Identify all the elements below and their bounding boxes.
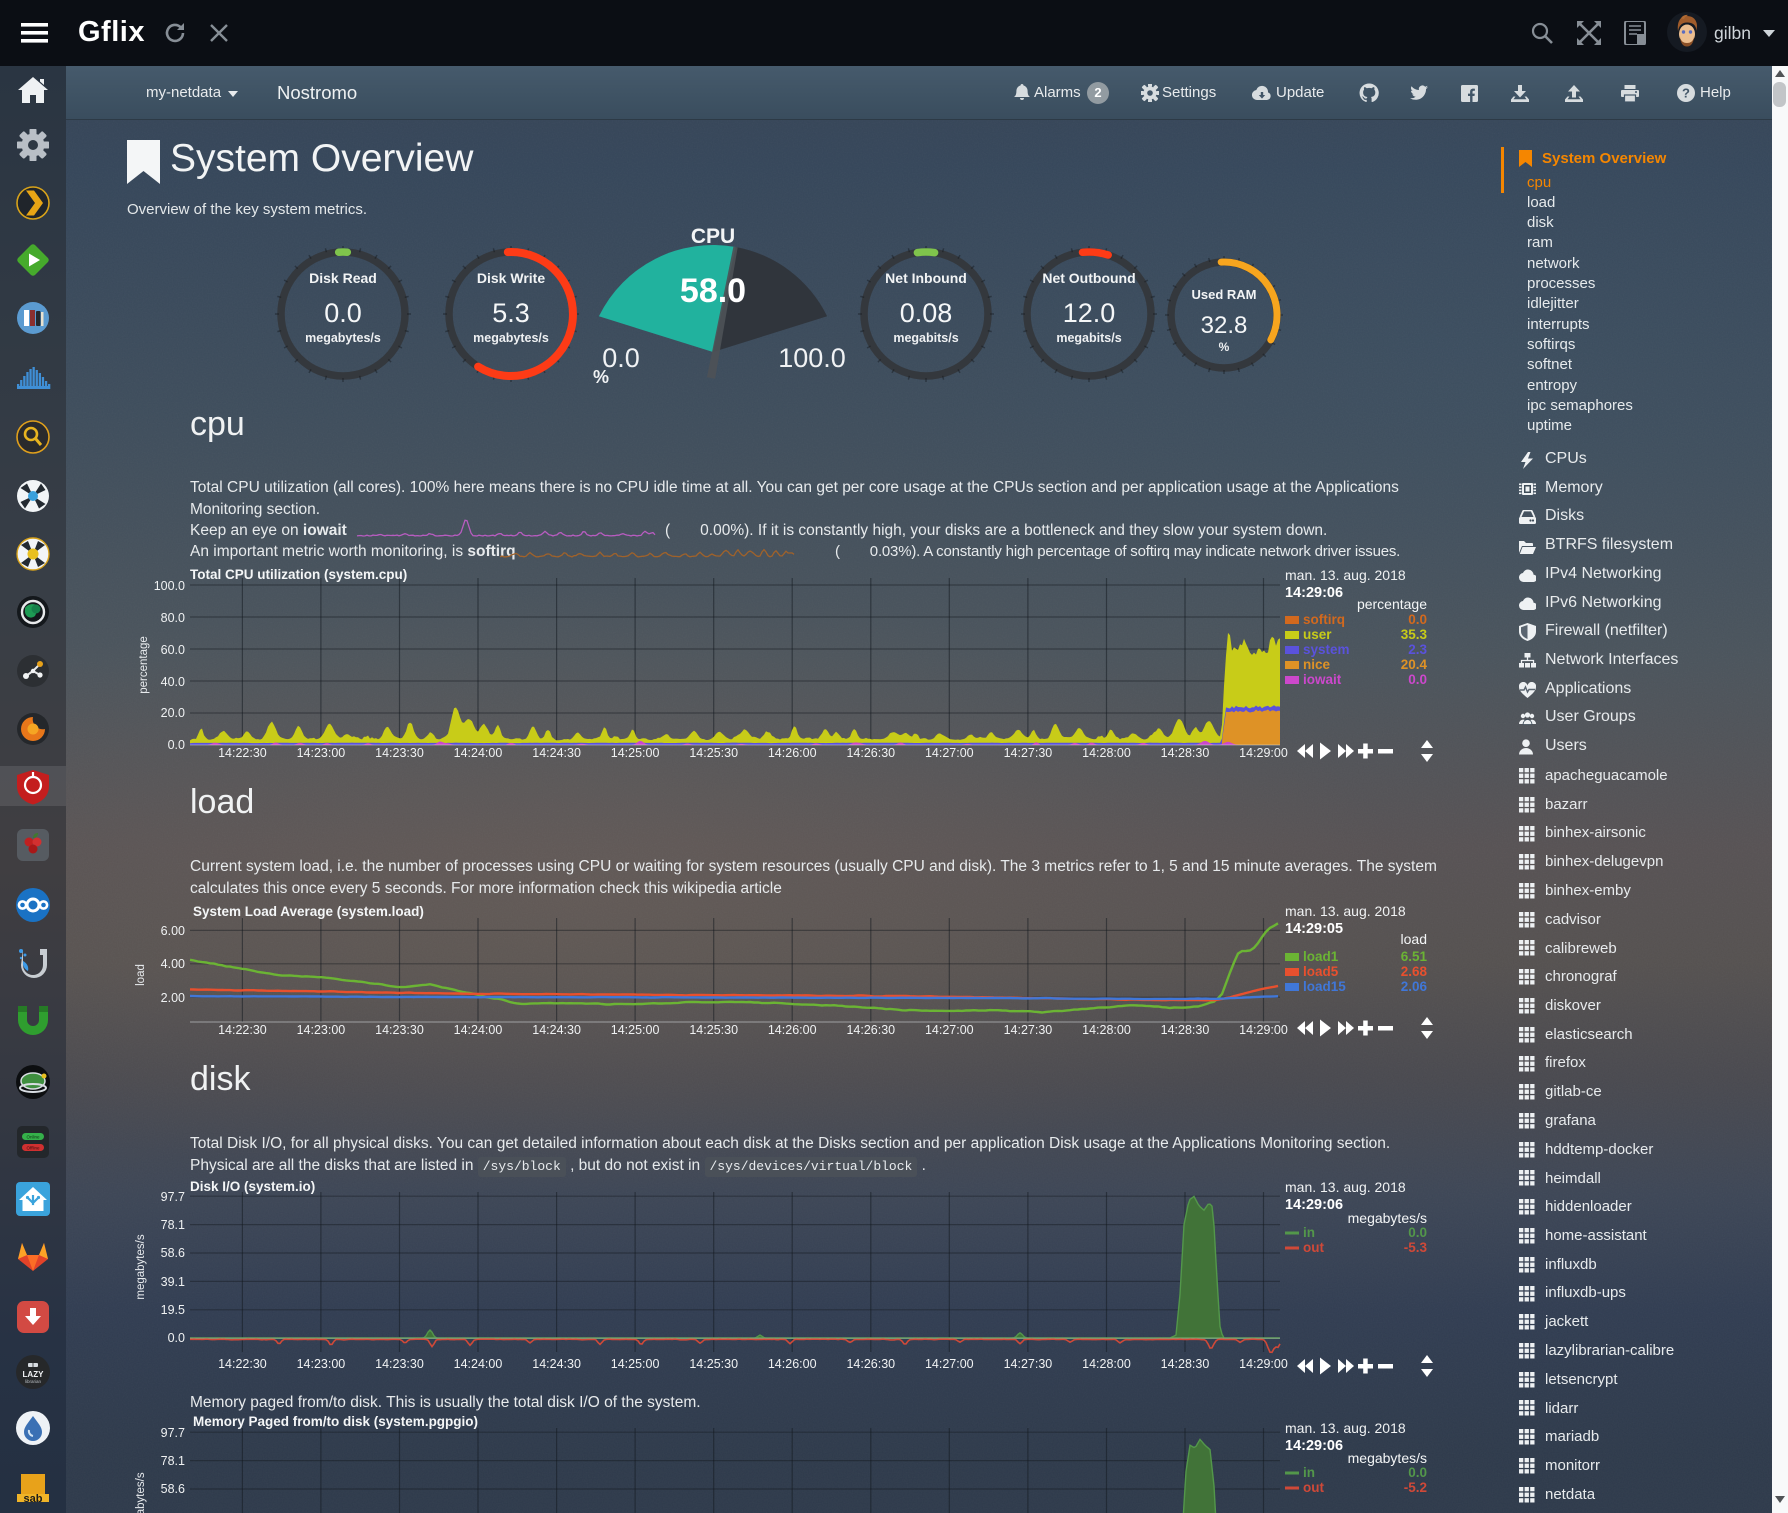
- svg-text:Online: Online: [26, 1135, 40, 1140]
- svg-text:sab: sab: [24, 1493, 43, 1505]
- svg-text:librarian: librarian: [25, 1379, 42, 1384]
- svg-text:LAZY: LAZY: [23, 1370, 45, 1379]
- svg-text:Offline: Offline: [27, 1146, 40, 1151]
